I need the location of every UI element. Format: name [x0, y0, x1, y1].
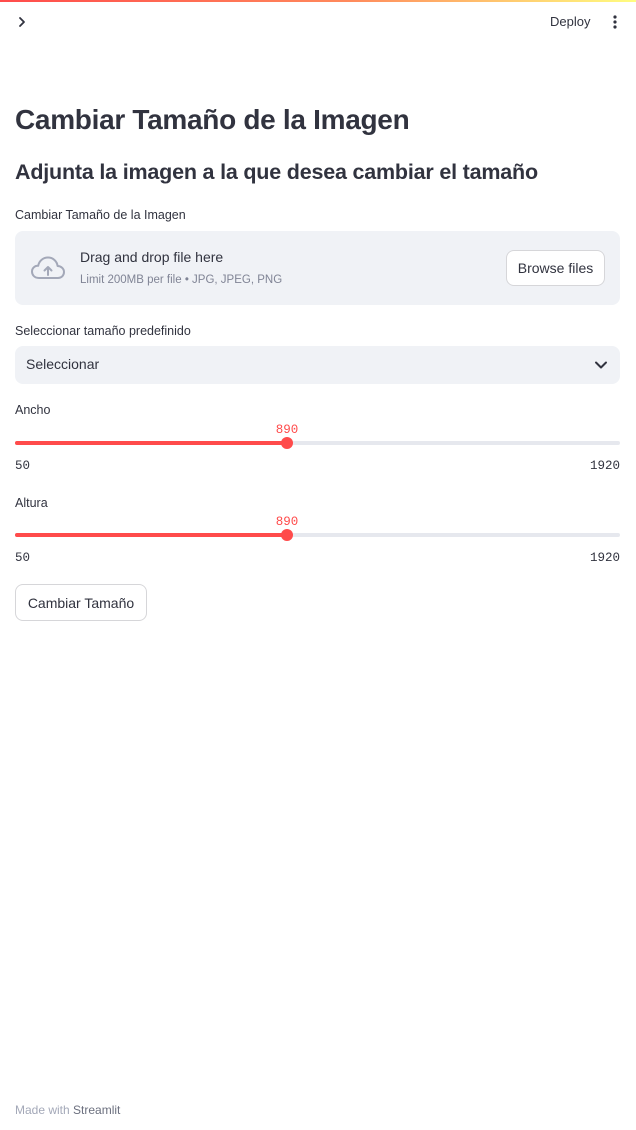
- height-slider-fill: [15, 533, 287, 537]
- browse-files-button[interactable]: Browse files: [506, 250, 605, 286]
- app-page: Deploy Cambiar Tamaño de la Imagen Adjun…: [0, 0, 636, 1130]
- height-slider-value: 890: [275, 515, 299, 529]
- height-slider-track[interactable]: [15, 533, 620, 537]
- chevron-right-icon: [19, 17, 25, 27]
- chevron-down-icon: [595, 361, 607, 369]
- width-slider[interactable]: 890 50 1920: [15, 423, 620, 473]
- page-title: Cambiar Tamaño de la Imagen: [15, 104, 410, 135]
- height-slider-label: Altura: [15, 496, 48, 510]
- footer-prefix: Made with: [15, 1103, 70, 1117]
- preset-select-label: Seleccionar tamaño predefinido: [15, 324, 191, 338]
- height-slider-thumb[interactable]: [281, 529, 293, 541]
- width-slider-fill: [15, 441, 287, 445]
- page-subtitle: Adjunta la imagen a la que desea cambiar…: [15, 160, 538, 184]
- dropzone-limit-text: Limit 200MB per file • JPG, JPEG, PNG: [80, 274, 283, 286]
- main-menu-button[interactable]: [606, 12, 624, 32]
- dropzone-instructions: Drag and drop file here: [80, 249, 224, 265]
- footer: Made with Streamlit: [15, 1103, 120, 1117]
- sidebar-toggle-button[interactable]: [12, 12, 32, 32]
- width-slider-min: 50: [15, 459, 31, 473]
- uploader-label: Cambiar Tamaño de la Imagen: [15, 208, 186, 222]
- header-decoration-bar: [0, 0, 636, 2]
- width-slider-value: 890: [275, 423, 299, 437]
- height-slider-min: 50: [15, 551, 31, 565]
- preset-size-select[interactable]: Seleccionar: [15, 346, 620, 384]
- file-dropzone[interactable]: Drag and drop file here Limit 200MB per …: [15, 231, 620, 305]
- width-slider-label: Ancho: [15, 403, 51, 417]
- deploy-button[interactable]: Deploy: [542, 11, 598, 33]
- preset-select-value: Seleccionar: [26, 356, 100, 372]
- height-slider-max: 1920: [589, 551, 620, 565]
- width-slider-track[interactable]: [15, 441, 620, 445]
- height-slider[interactable]: 890 50 1920: [15, 515, 620, 565]
- cloud-upload-icon: [31, 256, 65, 279]
- streamlit-link[interactable]: Streamlit: [73, 1103, 120, 1117]
- kebab-menu-icon: [613, 15, 617, 29]
- resize-button[interactable]: Cambiar Tamaño: [15, 584, 147, 621]
- width-slider-max: 1920: [589, 459, 620, 473]
- width-slider-thumb[interactable]: [281, 437, 293, 449]
